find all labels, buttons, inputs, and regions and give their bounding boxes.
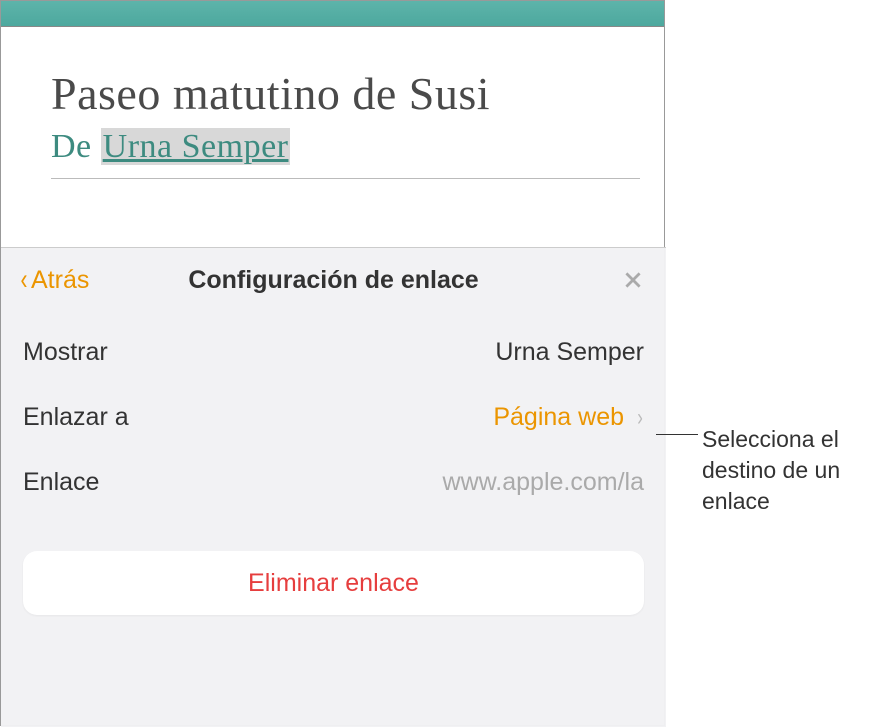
- document-canvas[interactable]: Paseo matutino de Susi De Urna Semper: [1, 27, 664, 245]
- settings-list: Mostrar Urna Semper Enlazar a Página web…: [1, 312, 666, 523]
- link-to-value: Página web: [493, 403, 624, 432]
- link-settings-popover: ‹ Atrás Configuración de enlace Mostrar …: [1, 247, 666, 727]
- close-icon: [622, 269, 644, 291]
- chevron-left-icon: ‹: [21, 263, 28, 297]
- divider: [51, 178, 640, 179]
- title-bar: [1, 1, 664, 27]
- callout-annotation: Selecciona el destino de un enlace: [702, 424, 882, 517]
- link-to-label: Enlazar a: [23, 403, 129, 432]
- display-text-row[interactable]: Mostrar Urna Semper: [23, 320, 644, 385]
- document-byline: De Urna Semper: [51, 128, 640, 166]
- link-url-row[interactable]: Enlace www.apple.com/la: [23, 450, 644, 515]
- link-url-label: Enlace: [23, 468, 99, 497]
- link-to-row[interactable]: Enlazar a Página web ›: [23, 385, 644, 450]
- close-button[interactable]: [622, 269, 644, 291]
- display-value: Urna Semper: [495, 338, 644, 367]
- popover-header: ‹ Atrás Configuración de enlace: [1, 248, 666, 312]
- popover-title: Configuración de enlace: [188, 266, 478, 295]
- remove-link-button[interactable]: Eliminar enlace: [23, 551, 644, 615]
- display-label: Mostrar: [23, 338, 108, 367]
- byline-prefix: De: [51, 128, 101, 165]
- back-label: Atrás: [31, 266, 89, 295]
- selected-hyperlink-text[interactable]: Urna Semper: [101, 128, 291, 165]
- back-button[interactable]: ‹ Atrás: [19, 263, 89, 297]
- document-title: Paseo matutino de Susi: [51, 67, 640, 120]
- callout-leader-line: [656, 434, 698, 435]
- remove-link-label: Eliminar enlace: [248, 569, 419, 598]
- app-window: Paseo matutino de Susi De Urna Semper ‹ …: [0, 0, 665, 726]
- chevron-right-icon: ›: [637, 404, 643, 432]
- link-url-value: www.apple.com/la: [443, 468, 644, 497]
